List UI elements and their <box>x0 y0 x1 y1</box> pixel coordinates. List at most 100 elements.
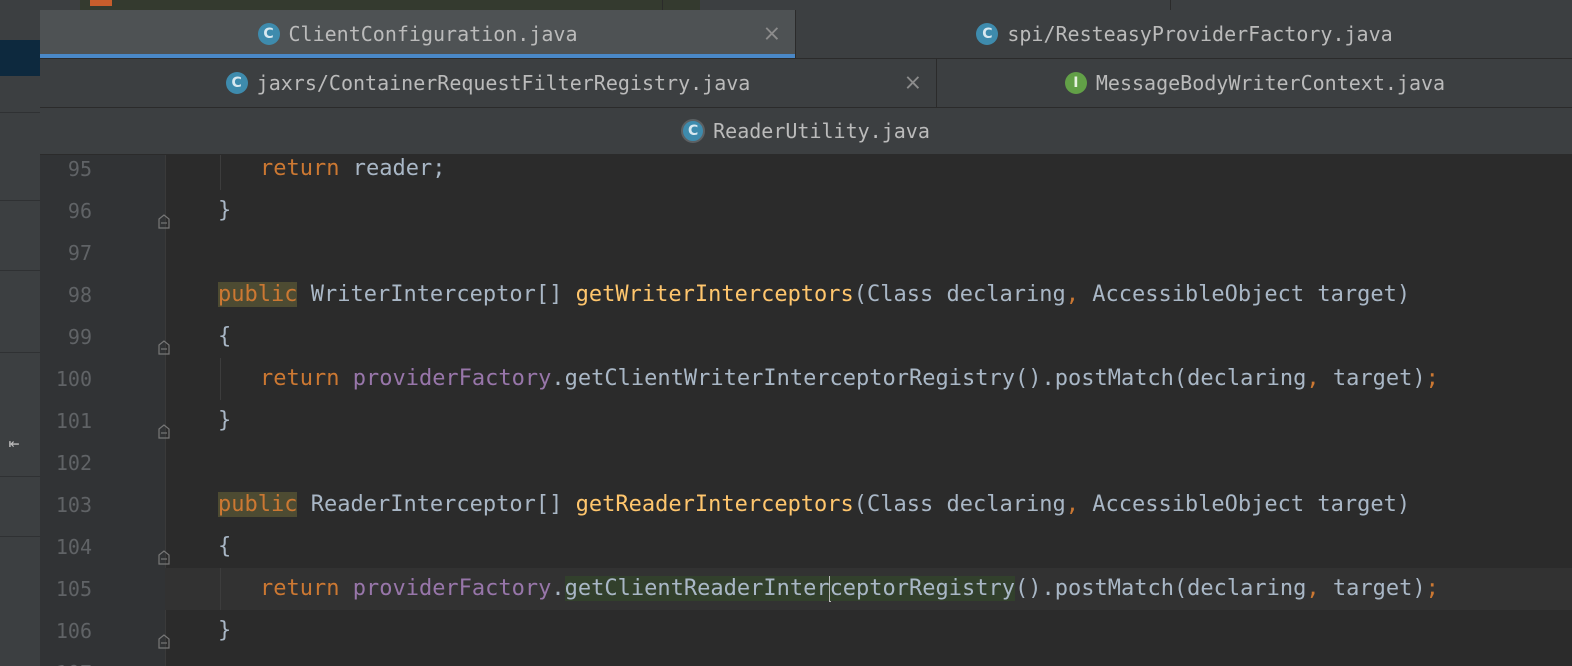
code-text: { <box>218 526 231 568</box>
line-number: 107 <box>40 652 92 666</box>
line-number: 100 <box>55 367 92 391</box>
interface-file-icon: I <box>1064 72 1087 94</box>
tab-label: spi/ResteasyProviderFactory.java <box>1007 22 1393 46</box>
code-token: return <box>260 576 353 601</box>
line-number: 98 <box>67 283 92 307</box>
divider <box>0 270 40 271</box>
code-line[interactable]: 106} <box>40 610 1572 652</box>
code-line[interactable]: 104 { <box>40 526 1572 568</box>
code-text: } <box>218 190 231 232</box>
line-number: 103 <box>55 493 92 517</box>
tab-label: ReaderUtility.java <box>713 119 930 143</box>
code-token: , <box>1306 366 1333 391</box>
code-line[interactable]: 105 return providerFactory.getClientReade… <box>40 568 1572 610</box>
divider <box>0 536 40 537</box>
tab-reader-utility[interactable]: C ReaderUtility.java <box>40 108 1572 154</box>
code-token: , <box>1065 282 1093 307</box>
tab-row-3: C ReaderUtility.java <box>40 108 1572 155</box>
code-token: ().postMatch(declaring <box>1015 576 1307 601</box>
code-token: , <box>1306 576 1333 601</box>
selected-project-item[interactable] <box>0 40 40 76</box>
code-token: ; <box>1425 366 1439 391</box>
divider <box>0 200 40 201</box>
project-tool-strip: ⇤ <box>0 0 41 666</box>
file-type-icon <box>90 0 112 6</box>
fold-marker-icon[interactable] <box>156 203 172 229</box>
ide-window: ⇤ C ClientConfiguration.java × C spi/Res… <box>0 0 1572 666</box>
code-line[interactable]: 103 public ReaderInterceptor[] getReaderI… <box>40 484 1572 526</box>
fold-marker-icon[interactable] <box>156 413 172 439</box>
divider <box>1170 0 1171 10</box>
line-number: 97 <box>67 241 92 265</box>
code-token: public <box>218 282 298 307</box>
line-number: 105 <box>55 577 92 601</box>
code-text: { <box>218 316 231 358</box>
collapse-panel-icon[interactable]: ⇤ <box>0 432 28 456</box>
code-line[interactable]: 107 <box>40 652 1572 666</box>
tab-row-2: C jaxrs/ContainerRequestFilterRegistry.j… <box>40 59 1572 108</box>
partial-tab[interactable] <box>80 0 700 10</box>
code-line[interactable]: 96} <box>40 190 1572 232</box>
close-tab-icon[interactable]: × <box>763 22 781 47</box>
code-token: return <box>260 156 353 181</box>
fold-marker-icon[interactable] <box>156 329 172 355</box>
line-number: 99 <box>67 325 92 349</box>
code-token: (Class declaring <box>853 282 1066 307</box>
tab-message-body-writer-context[interactable]: I MessageBodyWriterContext.java <box>938 59 1572 107</box>
tab-resteasy-provider-factory[interactable]: C spi/ResteasyProviderFactory.java <box>797 10 1572 58</box>
code-text: } <box>218 610 231 652</box>
line-number: 102 <box>55 451 92 475</box>
divider <box>662 0 663 10</box>
code-line[interactable]: 102 <box>40 442 1572 484</box>
code-line[interactable]: 100 return providerFactory.getClientWrite… <box>40 358 1572 400</box>
code-token: providerFactory <box>352 576 552 601</box>
code-text: return providerFactory.getClientReaderIn… <box>260 568 1439 610</box>
code-token: ceptorRegistry <box>829 576 1015 601</box>
code-line[interactable]: 97 <box>40 232 1572 274</box>
indent-guide <box>220 358 221 400</box>
code-line[interactable]: 99 { <box>40 316 1572 358</box>
code-token: public <box>218 492 298 517</box>
code-token: AccessibleObject target) <box>1092 282 1411 307</box>
tab-row-1: C ClientConfiguration.java × C spi/Reste… <box>40 10 1572 59</box>
code-token: target) <box>1332 366 1426 391</box>
code-line[interactable]: 101} <box>40 400 1572 442</box>
code-token: } <box>218 618 232 643</box>
divider <box>0 476 40 477</box>
line-number: 96 <box>67 199 92 223</box>
code-token: } <box>218 198 232 223</box>
code-token: { <box>218 324 232 349</box>
fold-marker-icon[interactable] <box>156 623 172 649</box>
code-token: , <box>1065 492 1093 517</box>
line-number: 106 <box>55 619 92 643</box>
code-editor[interactable]: 95 return reader; 96} 97 98 public WriterInte… <box>40 155 1572 666</box>
code-token: .getClientWriterInterceptorRegistry().po… <box>551 366 1307 391</box>
code-token: ReaderInterceptor[] <box>297 492 576 517</box>
code-line[interactable]: 98 public WriterInterceptor[] getWriterIn… <box>40 274 1572 316</box>
code-text: } <box>218 400 231 442</box>
code-text: public WriterInterceptor[] getWriterInte… <box>218 274 1410 316</box>
code-token: providerFactory <box>352 366 552 391</box>
line-number: 101 <box>55 409 92 433</box>
divider <box>0 352 40 353</box>
code-token: ; <box>1425 576 1439 601</box>
divider <box>0 112 40 113</box>
code-line[interactable]: 95 return reader; <box>40 155 1572 190</box>
fold-marker-icon[interactable] <box>156 539 172 565</box>
code-token: return <box>260 366 353 391</box>
code-token: getWriterInterceptors <box>575 282 854 307</box>
close-tab-icon[interactable]: × <box>904 71 922 96</box>
line-number: 95 <box>67 157 92 181</box>
class-file-icon: C <box>681 119 706 143</box>
tab-client-configuration[interactable]: C ClientConfiguration.java × <box>40 10 796 58</box>
class-file-icon: C <box>257 23 280 45</box>
code-text: return reader; <box>260 155 445 190</box>
line-number: 104 <box>55 535 92 559</box>
code-token: } <box>218 408 232 433</box>
tab-container-request-filter-registry[interactable]: C jaxrs/ContainerRequestFilterRegistry.j… <box>40 59 937 107</box>
tab-label: jaxrs/ContainerRequestFilterRegistry.jav… <box>256 71 751 95</box>
code-token: WriterInterceptor[] <box>297 282 576 307</box>
code-token: getReaderInterceptors <box>575 492 854 517</box>
code-token: { <box>218 534 232 559</box>
code-token: target) <box>1332 576 1426 601</box>
